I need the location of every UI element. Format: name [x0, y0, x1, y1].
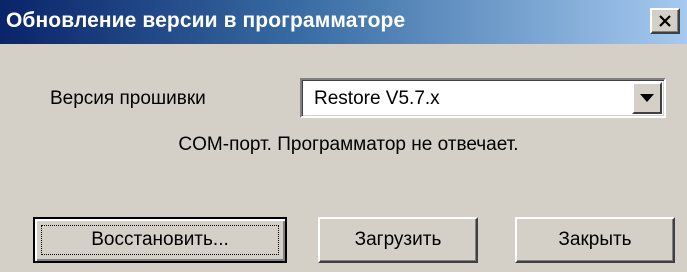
dropdown-arrow-button[interactable]	[632, 82, 662, 114]
chevron-down-icon	[640, 94, 654, 102]
window-title: Обновление версии в программаторе	[6, 9, 406, 32]
load-button[interactable]: Загрузить	[318, 217, 478, 263]
firmware-version-select[interactable]: Restore V5.7.x	[300, 78, 666, 118]
status-message: COM-порт. Программатор не отвечает.	[178, 134, 519, 155]
restore-button-label: Восстановить...	[91, 229, 229, 250]
close-window-button[interactable]	[650, 8, 680, 34]
dialog-window: Обновление версии в программаторе Версия…	[0, 0, 687, 272]
close-button[interactable]: Закрыть	[515, 217, 675, 263]
close-icon	[652, 10, 678, 32]
title-bar[interactable]: Обновление версии в программаторе	[0, 0, 687, 44]
restore-button[interactable]: Восстановить...	[33, 217, 287, 263]
firmware-version-selected-value: Restore V5.7.x	[314, 88, 440, 109]
load-button-label: Загрузить	[354, 229, 442, 250]
close-button-label: Закрыть	[558, 229, 632, 250]
firmware-version-label: Версия прошивки	[50, 88, 206, 109]
